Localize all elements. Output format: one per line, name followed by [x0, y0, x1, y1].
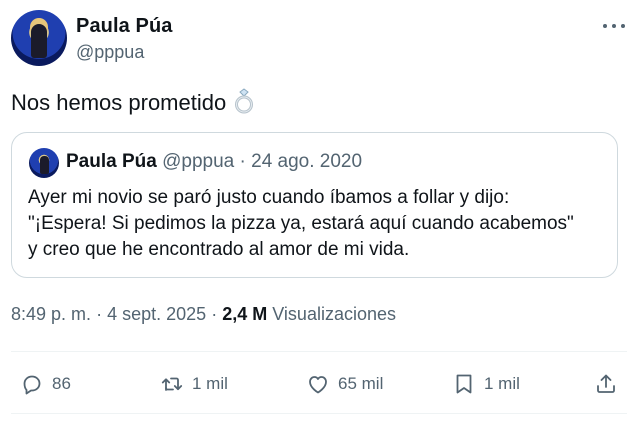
share-button[interactable]	[594, 364, 618, 404]
quote-avatar-figure	[40, 156, 49, 174]
bookmark-button[interactable]: 1 mil	[452, 364, 520, 404]
quote-author-name[interactable]: Paula Púa	[66, 151, 157, 172]
quote-line: y creo que he encontrado al amor de mi v…	[28, 239, 410, 260]
quote-header: Paula Púa @pppua · 24 ago. 2020	[66, 151, 362, 173]
like-count: 65 mil	[338, 374, 384, 393]
tweet-date[interactable]: 4 sept. 2025	[107, 304, 206, 324]
tweet-time[interactable]: 8:49 p. m.	[11, 304, 91, 324]
like-button[interactable]: 65 mil	[306, 364, 383, 404]
tweet-text-content: Nos hemos prometido	[11, 90, 227, 115]
tweet-text: Nos hemos prometido	[11, 88, 255, 121]
reply-icon	[23, 375, 41, 395]
quote-text: Ayer mi novio se paró justo cuando íbamo…	[28, 185, 608, 263]
bookmark-count: 1 mil	[484, 374, 520, 393]
divider	[11, 413, 627, 414]
views-count: 2,4 M	[222, 304, 268, 324]
heart-icon	[309, 376, 327, 394]
quote-date[interactable]: 24 ago. 2020	[251, 151, 362, 172]
share-icon	[597, 374, 615, 393]
avatar-figure	[31, 24, 47, 58]
reply-count: 86	[52, 374, 71, 393]
tweet-avatar[interactable]	[11, 10, 67, 66]
bookmark-icon	[456, 374, 472, 394]
author-name[interactable]: Paula Púa	[76, 15, 173, 38]
action-bar: 86 1 mil 65 mil 1 mil	[0, 364, 639, 404]
divider	[11, 351, 627, 352]
quote-author-handle[interactable]: @pppua	[162, 151, 234, 172]
quote-line: "¡Espera! Si pedimos la pizza ya, estará…	[28, 213, 574, 234]
views-label: Visualizaciones	[272, 304, 396, 324]
tweet-meta: 8:49 p. m. · 4 sept. 2025 · 2,4 M Visual…	[11, 304, 396, 325]
repost-icon	[161, 377, 183, 391]
meta-separator: ·	[211, 304, 218, 324]
quote-line: Ayer mi novio se paró justo cuando íbamo…	[28, 187, 510, 208]
ring-icon	[233, 88, 255, 121]
author-handle[interactable]: @pppua	[76, 42, 144, 63]
quoted-tweet-card[interactable]: Paula Púa @pppua · 24 ago. 2020 Ayer mi …	[11, 132, 618, 278]
more-options-icon[interactable]	[603, 18, 625, 34]
repost-button[interactable]: 1 mil	[160, 364, 228, 404]
reply-button[interactable]: 86	[20, 364, 71, 404]
repost-count: 1 mil	[192, 374, 228, 393]
quote-avatar[interactable]	[29, 148, 59, 178]
quote-separator: ·	[239, 151, 246, 172]
meta-separator: ·	[96, 304, 103, 324]
